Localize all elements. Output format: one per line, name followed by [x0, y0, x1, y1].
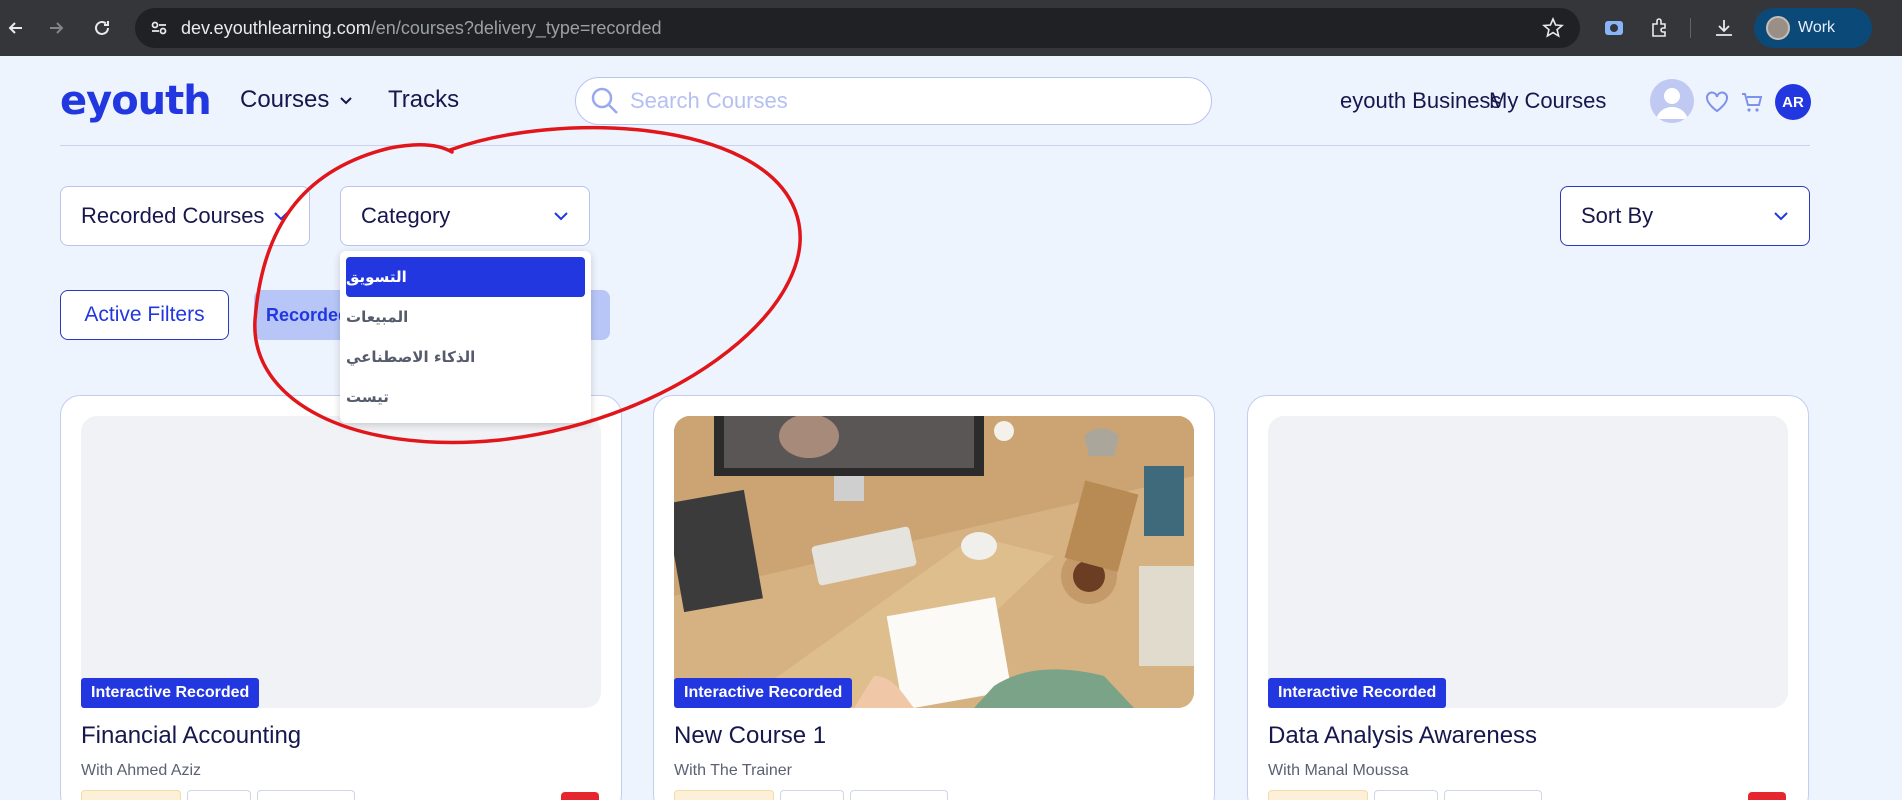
active-filters-button[interactable]: Active Filters	[60, 290, 229, 340]
category-option-sales[interactable]: المبيعات	[346, 297, 585, 337]
course-type-badge: Interactive Recorded	[674, 678, 853, 708]
extensions-button[interactable]	[1644, 12, 1676, 44]
meta-tag	[850, 790, 948, 800]
nav-tracks[interactable]: Tracks	[388, 86, 459, 114]
downloads-button[interactable]	[1708, 12, 1740, 44]
nav-courses-label: Courses	[240, 86, 330, 113]
course-thumbnail-placeholder	[81, 416, 601, 708]
category-select[interactable]: Category	[340, 186, 590, 246]
chevron-down-icon	[554, 212, 568, 221]
course-thumbnail-placeholder	[1268, 416, 1788, 708]
wishlist-button[interactable]	[1703, 88, 1731, 116]
forward-button[interactable]	[40, 12, 72, 44]
course-card[interactable]: Interactive Recorded New Course 1 With T…	[653, 395, 1215, 800]
reload-button[interactable]	[86, 12, 118, 44]
back-arrow-icon	[8, 22, 22, 34]
my-courses-link[interactable]: My Courses	[1489, 88, 1606, 114]
toolbar-divider	[1690, 18, 1691, 38]
screen-capture-button[interactable]	[1598, 12, 1630, 44]
eyouth-business-link[interactable]: eyouth Business	[1340, 88, 1501, 114]
profile-label: Work	[1798, 19, 1836, 36]
profile-button[interactable]: Work	[1754, 8, 1872, 48]
category-option-test[interactable]: تيست	[346, 377, 585, 417]
meta-tag	[780, 790, 844, 800]
heart-icon	[1706, 91, 1728, 113]
header-divider	[60, 145, 1810, 146]
cart-button[interactable]	[1738, 88, 1766, 116]
delivery-type-select[interactable]: Recorded Courses	[60, 186, 310, 246]
sort-by-select[interactable]: Sort By	[1560, 186, 1810, 246]
course-instructor: With Ahmed Aziz	[81, 762, 202, 779]
meta-tag	[257, 790, 355, 800]
download-icon	[1716, 20, 1732, 36]
eyouth-logo[interactable]: eyouth	[60, 78, 212, 124]
search-bar[interactable]	[575, 77, 1212, 125]
address-bar[interactable]: dev.eyouthlearning.com/en/courses?delive…	[135, 8, 1580, 48]
course-title[interactable]: Data Analysis Awareness	[1268, 722, 1537, 750]
sort-by-value: Sort By	[1581, 203, 1654, 228]
course-thumbnail	[674, 416, 1194, 708]
course-title[interactable]: New Course 1	[674, 722, 826, 750]
reload-icon	[95, 20, 109, 35]
site-info-icon[interactable]	[149, 18, 169, 38]
meta-tag	[1444, 790, 1542, 800]
chevron-down-icon	[340, 97, 353, 105]
meta-tag	[1374, 790, 1438, 800]
category-select-value: Category	[361, 203, 451, 228]
chevron-down-icon	[1774, 212, 1788, 221]
cart-icon	[1742, 93, 1763, 112]
meta-tag	[1268, 790, 1368, 800]
course-type-badge: Interactive Recorded	[81, 678, 260, 708]
meta-tag	[81, 790, 181, 800]
course-meta	[1268, 790, 1542, 800]
course-meta	[81, 790, 355, 800]
search-icon	[591, 87, 618, 114]
profile-avatar	[1766, 16, 1790, 40]
back-button[interactable]	[0, 12, 32, 44]
search-input[interactable]	[630, 88, 1190, 114]
course-title[interactable]: Financial Accounting	[81, 722, 301, 750]
desk-photo-image	[674, 416, 1194, 708]
course-type-badge: Interactive Recorded	[1268, 678, 1447, 708]
discount-badge	[561, 792, 599, 800]
bookmark-star-icon[interactable]	[1542, 17, 1564, 39]
chevron-down-icon	[274, 212, 288, 221]
meta-tag	[187, 790, 251, 800]
language-switch-button[interactable]: AR	[1775, 84, 1811, 120]
user-avatar[interactable]	[1650, 79, 1694, 123]
camera-icon	[1605, 21, 1623, 35]
course-card[interactable]: Interactive Recorded Data Analysis Aware…	[1247, 395, 1809, 800]
course-card[interactable]: Interactive Recorded Financial Accountin…	[60, 395, 622, 800]
category-option-marketing[interactable]: التسويق	[346, 257, 585, 297]
puzzle-icon	[1652, 18, 1666, 37]
category-option-ai[interactable]: الذكاء الاصطناعي	[346, 337, 585, 377]
meta-tag	[674, 790, 774, 800]
discount-badge	[1748, 792, 1786, 800]
course-instructor: With The Trainer	[674, 762, 792, 779]
browser-toolbar: dev.eyouthlearning.com/en/courses?delive…	[0, 0, 1902, 56]
category-dropdown-menu: التسويق المبيعات الذكاء الاصطناعي تيست	[340, 251, 591, 423]
user-icon	[1656, 88, 1688, 119]
nav-courses[interactable]: Courses	[240, 86, 353, 114]
delivery-type-value: Recorded Courses	[81, 203, 265, 228]
forward-arrow-icon	[50, 22, 64, 34]
course-instructor: With Manal Moussa	[1268, 762, 1409, 779]
url-text: dev.eyouthlearning.com/en/courses?delive…	[181, 18, 662, 38]
course-meta	[674, 790, 948, 800]
